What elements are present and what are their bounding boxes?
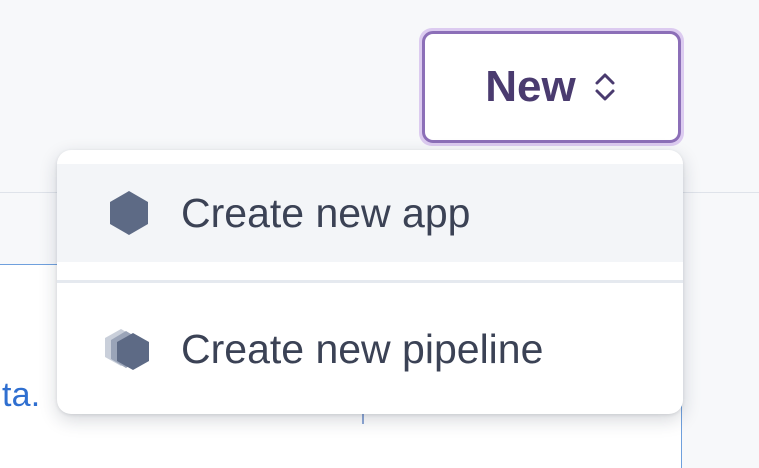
new-dropdown-menu: Create new app Create new pipeline: [57, 150, 683, 414]
chevron-up-down-icon: [595, 73, 615, 101]
menu-item-label: Create new pipeline: [181, 325, 544, 372]
new-button-label: New: [485, 62, 576, 111]
menu-item-label: Create new app: [181, 189, 471, 236]
new-button-body[interactable]: New: [422, 31, 681, 143]
menu-separator: [57, 280, 683, 283]
stacked-hexagons-icon: [105, 329, 149, 370]
new-button[interactable]: New: [419, 28, 684, 146]
menu-item-create-pipeline[interactable]: Create new pipeline: [57, 300, 683, 398]
hexagon-icon: [110, 191, 148, 235]
background-link-fragment[interactable]: ta.: [2, 378, 40, 412]
menu-item-create-app[interactable]: Create new app: [57, 164, 683, 262]
